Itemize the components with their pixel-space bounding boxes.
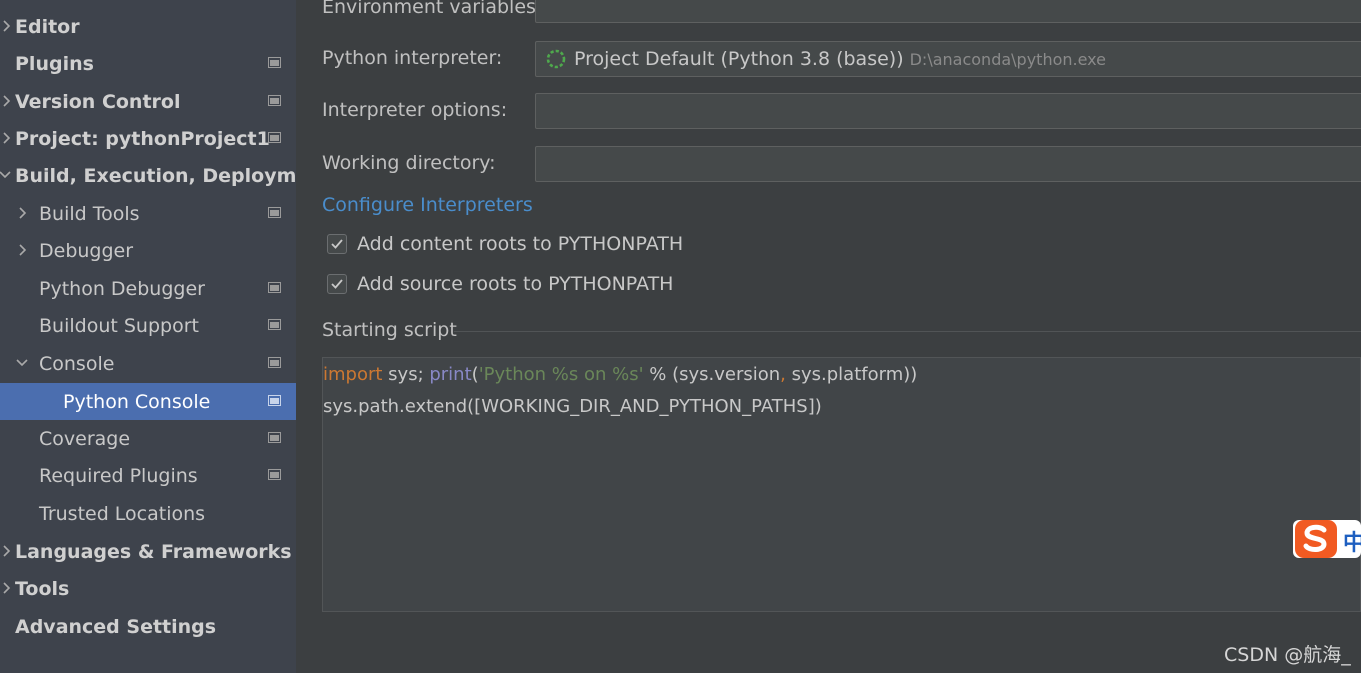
settings-tree[interactable]: Editor Plugins Version Control Project: … xyxy=(0,0,296,673)
code-line-1: import sys; print('Python %s on %s' % (s… xyxy=(323,364,917,385)
tree-item-label: Python Console xyxy=(63,390,211,413)
project-level-icon xyxy=(268,95,281,106)
tree-item-tools[interactable]: Tools xyxy=(0,570,296,607)
tree-item-advanced-settings[interactable]: Advanced Settings xyxy=(0,608,296,645)
add-source-roots-option[interactable]: Add source roots to PYTHONPATH xyxy=(327,272,673,296)
chevron-down-icon[interactable] xyxy=(15,356,29,370)
ime-mode-char: 中 xyxy=(1343,531,1361,556)
code-line-2: sys.path.extend([WORKING_DIR_AND_PYTHON_… xyxy=(323,396,822,417)
code-text: % (sys.version xyxy=(643,364,781,385)
tree-item-label: Console xyxy=(39,352,115,375)
project-level-icon xyxy=(268,282,281,293)
tree-item-label: Advanced Settings xyxy=(15,615,217,638)
tree-item-label: Tools xyxy=(15,577,70,600)
starting-script-title: Starting script xyxy=(322,319,457,341)
tree-item-label: Build Tools xyxy=(39,202,140,225)
chevron-right-icon[interactable] xyxy=(0,131,14,145)
chevron-right-icon[interactable] xyxy=(16,243,30,257)
code-text: sys.platform)) xyxy=(785,364,918,385)
chevron-right-icon[interactable] xyxy=(0,544,14,558)
tree-item-required-plugins[interactable]: Required Plugins xyxy=(0,457,296,494)
tree-item-console[interactable]: Console xyxy=(0,345,296,382)
watermark: CSDN @航海_ xyxy=(1224,644,1351,666)
interpreter-path: D:\anaconda\python.exe xyxy=(909,49,1106,69)
code-string: 'Python %s on %s' xyxy=(478,364,644,385)
tree-item-label: Debugger xyxy=(39,239,134,262)
code-keyword: import xyxy=(323,364,383,385)
add-source-roots-checkbox[interactable] xyxy=(327,274,347,294)
checkmark-icon xyxy=(331,239,343,249)
project-level-icon xyxy=(268,432,281,443)
tree-item-label: Project: pythonProject1 xyxy=(15,127,270,150)
tree-item-label: Editor xyxy=(15,15,80,38)
interpreter-label: Python interpreter: xyxy=(322,47,503,69)
tree-item-coverage[interactable]: Coverage xyxy=(0,420,296,457)
tree-item-label: Plugins xyxy=(15,52,94,75)
section-divider xyxy=(454,331,1361,332)
code-builtin: print xyxy=(429,364,472,385)
interp-options-field[interactable] xyxy=(535,93,1361,129)
tree-item-label: Build, Execution, Deployment xyxy=(15,164,296,187)
configure-interpreters-link[interactable]: Configure Interpreters xyxy=(322,194,533,216)
loading-spinner-icon xyxy=(546,49,566,69)
tree-item-languages-frameworks[interactable]: Languages & Frameworks xyxy=(0,533,296,570)
project-level-icon xyxy=(268,469,281,480)
project-level-icon xyxy=(268,57,281,68)
chevron-right-icon[interactable] xyxy=(0,94,14,108)
env-vars-field[interactable] xyxy=(535,0,1361,23)
tree-item-debugger[interactable]: Debugger xyxy=(0,232,296,269)
chevron-right-icon[interactable] xyxy=(0,19,14,33)
code-text: sys; xyxy=(382,364,430,385)
tree-item-label: Python Debugger xyxy=(39,277,205,300)
chevron-down-icon[interactable] xyxy=(0,168,12,182)
project-level-icon xyxy=(268,132,281,143)
add-source-roots-label: Add source roots to PYTHONPATH xyxy=(357,273,674,295)
checkmark-icon xyxy=(331,279,343,289)
tree-item-label: Version Control xyxy=(15,90,181,113)
settings-window: Editor Plugins Version Control Project: … xyxy=(0,0,1361,673)
tree-item-python-console[interactable]: Python Console xyxy=(0,383,296,420)
project-level-icon xyxy=(268,395,281,406)
interpreter-value: Project Default (Python 3.8 (base)) xyxy=(574,48,904,70)
tree-item-label: Coverage xyxy=(39,427,131,450)
add-content-roots-label: Add content roots to PYTHONPATH xyxy=(357,233,684,255)
env-vars-label: Environment variables: xyxy=(322,0,543,18)
tree-item-label: Languages & Frameworks xyxy=(15,540,292,563)
project-level-icon xyxy=(268,357,281,368)
chevron-right-icon[interactable] xyxy=(16,206,30,220)
project-level-icon xyxy=(268,319,281,330)
working-dir-field[interactable] xyxy=(535,146,1361,182)
tree-item-trusted-locations[interactable]: Trusted Locations xyxy=(0,495,296,532)
ime-status-badge[interactable]: 中 xyxy=(1293,518,1361,560)
tree-item-project[interactable]: Project: pythonProject1 xyxy=(0,120,296,157)
tree-item-label: Required Plugins xyxy=(39,464,198,487)
tree-item-label: Buildout Support xyxy=(39,314,199,337)
tree-item-label: Trusted Locations xyxy=(39,502,206,525)
tree-item-python-debugger[interactable]: Python Debugger xyxy=(0,270,296,307)
tree-item-plugins[interactable]: Plugins xyxy=(0,45,296,82)
add-content-roots-checkbox[interactable] xyxy=(327,234,347,254)
tree-item-build-execution-deployment[interactable]: Build, Execution, Deployment xyxy=(0,157,296,194)
chevron-right-icon[interactable] xyxy=(0,581,14,595)
project-level-icon xyxy=(268,207,281,218)
tree-item-buildout-support[interactable]: Buildout Support xyxy=(0,307,296,344)
code-text: ( xyxy=(471,364,479,385)
tree-item-build-tools[interactable]: Build Tools xyxy=(0,195,296,232)
python-console-settings-panel: Environment variables: Python interprete… xyxy=(296,0,1361,673)
interp-options-label: Interpreter options: xyxy=(322,99,508,121)
add-content-roots-option[interactable]: Add content roots to PYTHONPATH xyxy=(327,232,683,256)
tree-item-editor[interactable]: Editor xyxy=(0,8,296,45)
starting-script-editor[interactable]: import sys; print('Python %s on %s' % (s… xyxy=(322,357,1361,612)
tree-item-version-control[interactable]: Version Control xyxy=(0,83,296,120)
interpreter-select[interactable]: Project Default (Python 3.8 (base)) D:\a… xyxy=(535,41,1361,77)
working-dir-label: Working directory: xyxy=(322,152,496,174)
